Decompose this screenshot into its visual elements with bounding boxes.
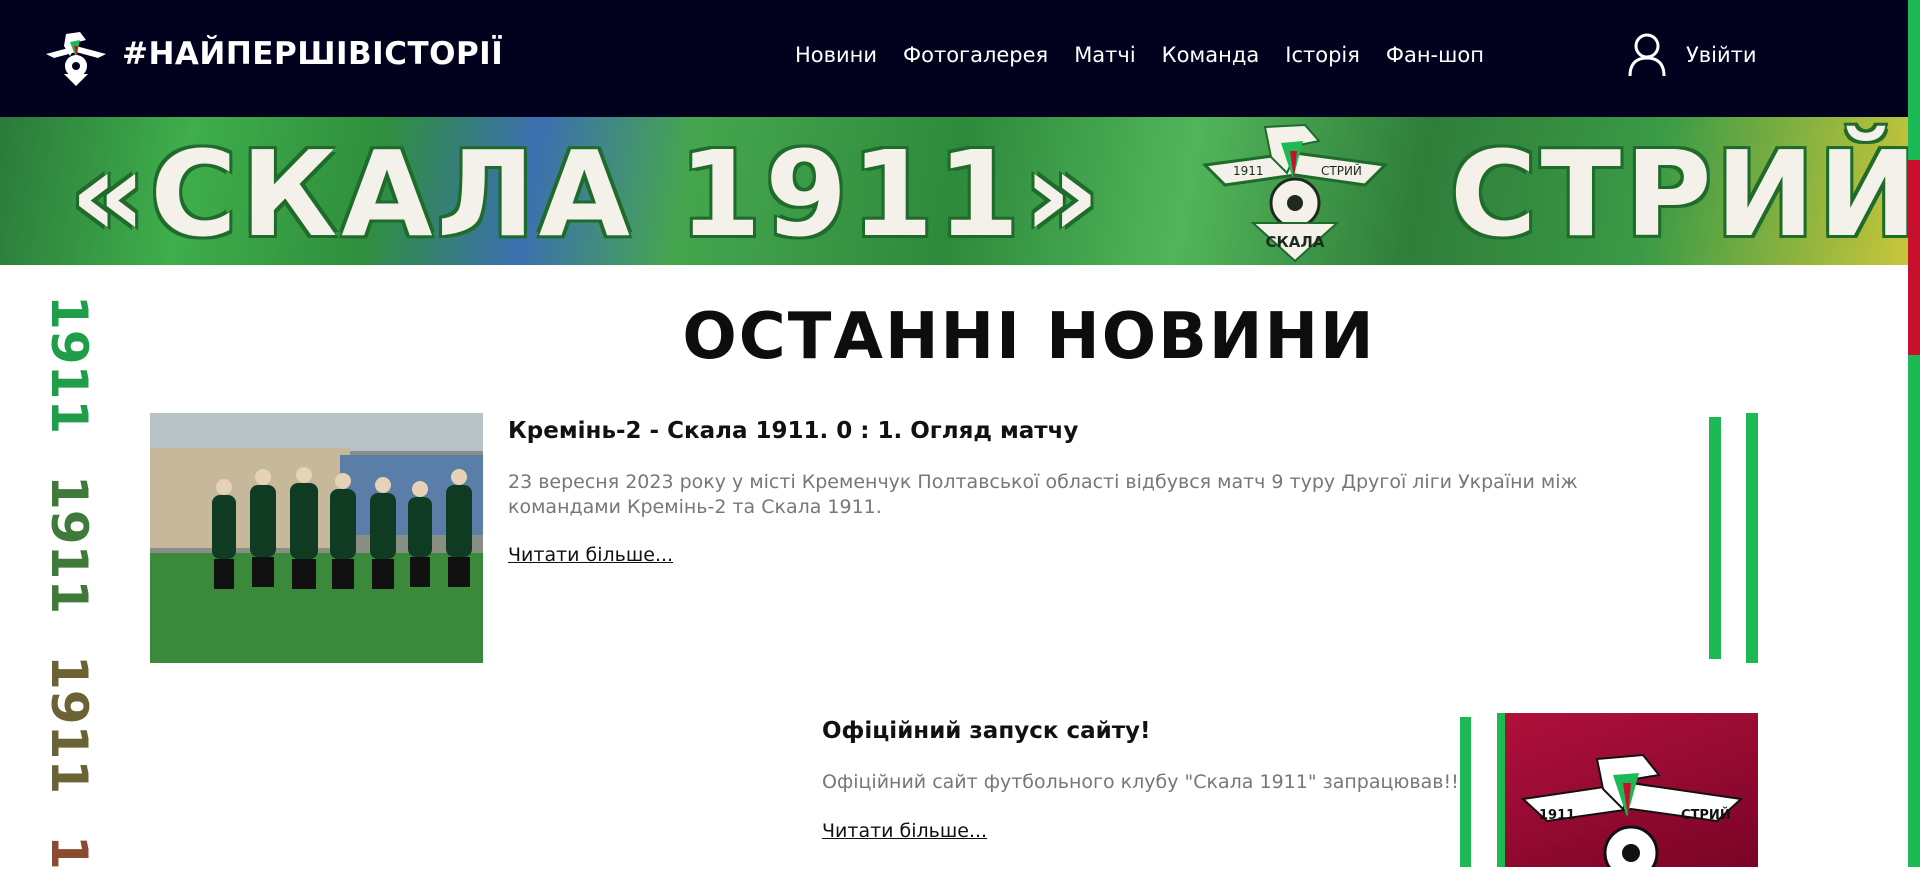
nav-history[interactable]: Історія	[1285, 43, 1360, 67]
banner-crest-year: 1911	[1233, 164, 1264, 178]
nav-fanshop[interactable]: Фан-шоп	[1386, 43, 1484, 67]
main-nav: Новини Фотогалерея Матчі Команда Історія…	[795, 43, 1510, 67]
user-icon	[1628, 33, 1666, 77]
news-image-launch[interactable]: 1911 СТРИЙ	[1505, 713, 1758, 867]
page-title: ОСТАННІ НОВИНИ	[682, 300, 1376, 374]
nav-gallery[interactable]: Фотогалерея	[903, 43, 1048, 67]
banner-title: «СКАЛА 1911»	[70, 125, 1104, 263]
side-year-2: 1911	[40, 475, 98, 615]
login-label: Увійти	[1686, 43, 1757, 67]
read-more-link[interactable]: Читати більше...	[508, 544, 673, 566]
news-title[interactable]: Офіційний запуск сайту!	[822, 718, 1151, 744]
side-accent-green-top	[1908, 0, 1920, 160]
news-title[interactable]: Кремінь-2 - Скала 1911. 0 : 1. Огляд мат…	[508, 418, 1078, 444]
banner-crest-city: СТРИЙ	[1321, 163, 1362, 178]
hero-banner: «СКАЛА 1911» 1911 СТРИЙ СКАЛА СТРИЙ	[0, 117, 1908, 265]
crest-city: СТРИЙ	[1681, 807, 1731, 823]
crest-year: 1911	[1539, 808, 1575, 823]
decor-stripe	[1709, 417, 1721, 659]
decor-stripe	[1746, 413, 1758, 663]
nav-news[interactable]: Новини	[795, 43, 877, 67]
site-header: #НАЙПЕРШІВІСТОРІЇ Новини Фотогалерея Мат…	[0, 0, 1920, 117]
banner-crest-name: СКАЛА	[1266, 233, 1325, 251]
banner-city: СТРИЙ	[1450, 125, 1908, 263]
site-brand[interactable]: #НАЙПЕРШІВІСТОРІЇ	[122, 36, 503, 72]
club-crest-icon: 1911 СТРИЙ	[1520, 753, 1744, 867]
side-accent-green	[1908, 355, 1920, 867]
banner-crest-icon: 1911 СТРИЙ СКАЛА	[1201, 123, 1389, 263]
side-year-1: 1911	[40, 295, 98, 435]
decor-stripe	[1460, 717, 1471, 867]
news-image-match[interactable]	[150, 413, 483, 663]
news-excerpt: Офіційний сайт футбольного клубу "Скала …	[822, 771, 1467, 793]
nav-matches[interactable]: Матчі	[1074, 43, 1135, 67]
club-crest-icon[interactable]	[40, 28, 112, 88]
news-excerpt: 23 вересня 2023 року у місті Кременчук П…	[508, 471, 1578, 518]
match-photo	[150, 413, 483, 663]
read-more-link[interactable]: Читати більше...	[822, 820, 987, 842]
nav-team[interactable]: Команда	[1162, 43, 1260, 67]
side-year-3: 1911	[40, 655, 98, 795]
side-year-4: 1	[40, 835, 98, 870]
login-button[interactable]: Увійти	[1628, 32, 1757, 78]
